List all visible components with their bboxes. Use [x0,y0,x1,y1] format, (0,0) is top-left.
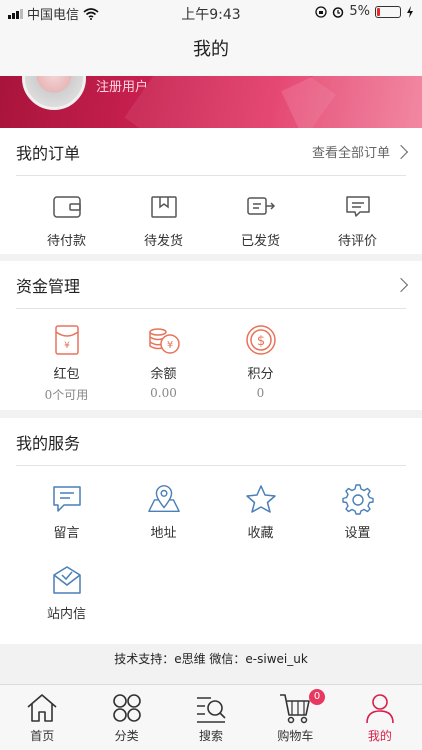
fund-item-value: 0.00 [150,386,177,400]
chevron-right-icon [393,144,409,159]
points-icon: $ [244,323,278,357]
star-icon [244,482,278,516]
map-icon [147,482,181,516]
tab-cart[interactable]: 0 购物车 [253,685,337,750]
orientation-lock-icon [315,5,328,18]
orders-title: 我的订单 [16,143,81,163]
svg-text:¥: ¥ [64,341,70,351]
service-settings[interactable]: 设置 [309,482,406,541]
order-pending-review[interactable]: 待评价 [309,190,406,249]
alarm-icon [333,6,344,18]
order-shipped[interactable]: 已发货 [212,190,309,249]
tab-bar: 首页 分类 搜索 0 购物车 我的 [0,684,422,750]
tab-label: 首页 [30,729,55,743]
cart-icon [280,694,311,724]
tab-label: 分类 [114,729,139,743]
tab-mine[interactable]: 我的 [338,685,422,750]
tech-support-text: 技术支持：e思维 微信：e-siwei_uk [114,652,308,666]
chevron-right-icon [393,277,409,292]
tab-search[interactable]: 搜索 [169,685,253,750]
order-item-label: 待付款 [46,234,86,249]
user-level-label: 注册用户 [96,80,149,95]
tab-category[interactable]: 分类 [84,685,168,750]
truck-icon [244,190,278,224]
service-item-label: 站内信 [46,607,86,622]
fund-item-value: 0 [256,386,265,400]
order-item-label: 待发货 [143,234,183,249]
order-pending-shipment[interactable]: 待发货 [115,190,212,249]
charging-icon [407,5,413,18]
funds-section: 资金管理 ¥ 红包 0个可用 ¥ 余额 0.00 $ 积分 0 [0,261,422,410]
tab-label: 我的 [367,729,392,743]
order-pending-payment[interactable]: 待付款 [18,190,115,249]
battery-percent: 5% [349,4,370,19]
order-item-label: 已发货 [240,234,280,249]
service-address[interactable]: 地址 [115,482,212,541]
svg-text:$: $ [256,334,264,349]
services-title: 我的服务 [16,433,81,453]
tab-label: 搜索 [199,729,224,743]
category-icon [112,694,141,722]
red-envelope-icon: ¥ [50,323,84,357]
svg-text:¥: ¥ [166,340,172,351]
service-item-label: 留言 [53,526,80,541]
view-all-orders-link[interactable]: 查看全部订单 [311,142,409,161]
cart-badge: 0 [309,689,326,705]
fund-item-label: 红包 [53,367,80,382]
service-message[interactable]: 留言 [18,482,115,541]
home-icon [27,694,57,722]
message-icon [50,482,84,516]
service-item-label: 设置 [344,526,371,541]
fund-item-label: 余额 [150,367,177,382]
page-title: 我的 [0,24,422,76]
coins-icon: ¥ [147,323,181,357]
service-favorites[interactable]: 收藏 [212,482,309,541]
service-inbox[interactable]: 站内信 [18,563,115,622]
wallet-icon [50,190,84,224]
view-all-orders-label: 查看全部订单 [311,146,390,161]
orders-section: 我的订单 查看全部订单 待付款 待发货 已发货 待评价 [0,128,422,254]
status-bar: 中国电信 上午9:43 5% [0,0,422,24]
fund-item-label: 积分 [247,367,274,382]
user-icon [366,694,394,724]
comment-icon [341,190,375,224]
fund-points[interactable]: $ 积分 0 [212,323,309,403]
search-icon [197,697,226,723]
service-item-label: 地址 [150,526,177,541]
mail-icon [50,563,84,597]
fund-balance[interactable]: ¥ 余额 0.00 [115,323,212,403]
battery-icon [375,5,401,18]
funds-header[interactable]: 资金管理 [16,261,409,309]
fund-red-envelope[interactable]: ¥ 红包 0个可用 [18,323,115,403]
services-section: 我的服务 留言 地址 收藏 设置 站内信 [0,418,422,644]
tab-label: 购物车 [277,729,314,743]
order-item-label: 待评价 [337,234,377,249]
profile-banner: 注册用户 [0,76,422,128]
avatar[interactable] [22,76,86,110]
fund-item-value: 0个可用 [44,388,89,402]
tab-home[interactable]: 首页 [0,685,84,750]
funds-title: 资金管理 [16,276,81,296]
app-screen: 中国电信 上午9:43 5% 我的 注册用户 我的订单 查看全部订单 待付款 待… [0,0,422,750]
service-item-label: 收藏 [247,526,274,541]
gear-icon [341,482,375,516]
package-icon [147,190,181,224]
